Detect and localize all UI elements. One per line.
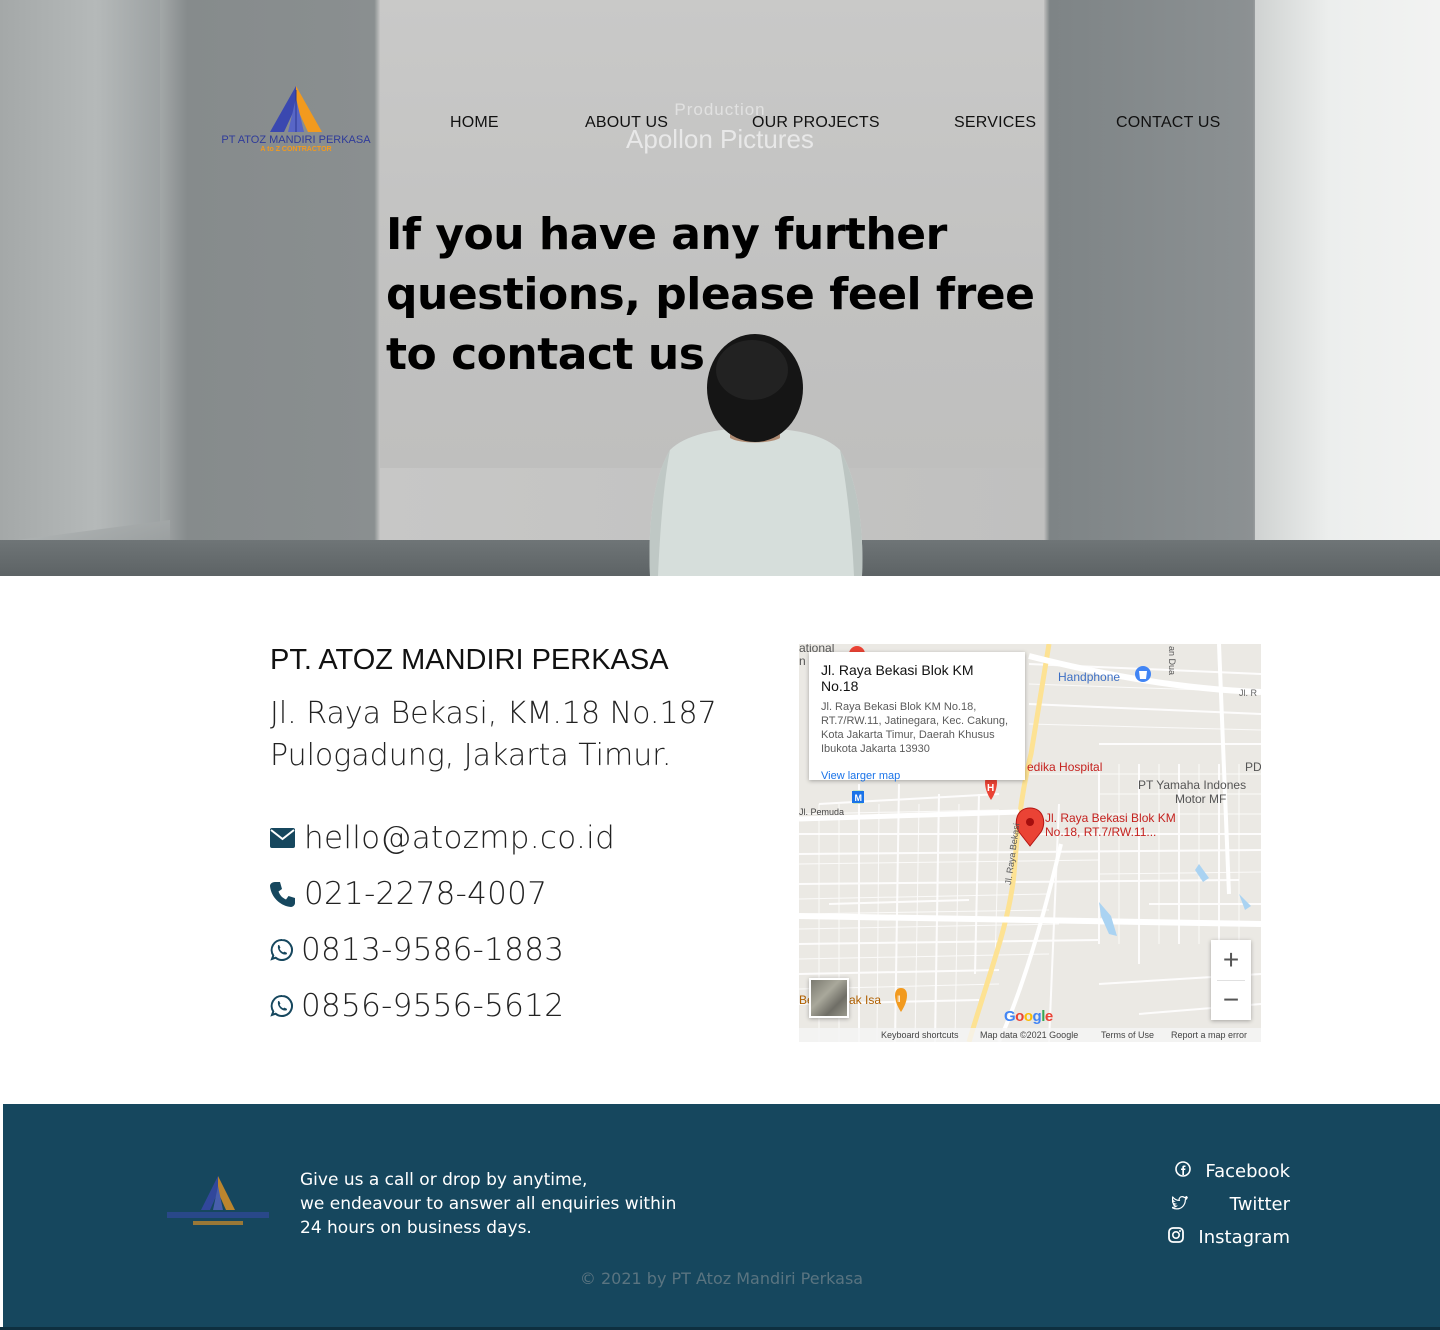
nav-contact-us[interactable]: CONTACT US xyxy=(1116,114,1221,132)
hero-background-wall-right xyxy=(1255,0,1440,576)
terms-of-use-link[interactable]: Terms of Use xyxy=(1101,1030,1154,1040)
report-map-error-link[interactable]: Report a map error xyxy=(1171,1030,1247,1040)
keyboard-shortcuts-link[interactable]: Keyboard shortcuts xyxy=(881,1030,959,1040)
map-card-title: Jl. Raya Bekasi Blok KM No.18 xyxy=(821,662,974,694)
hero-title: If you have any further questions, pleas… xyxy=(386,209,1035,380)
address-line-2: Pulogadung, Jakarta Timur. xyxy=(270,738,672,773)
nav-about-us[interactable]: ABOUT US xyxy=(585,114,668,132)
facebook-icon xyxy=(1175,1160,1192,1182)
whatsapp-number-2[interactable]: 0856-9556-5612 xyxy=(301,988,564,1024)
map-label-isa: ak Isa xyxy=(849,993,882,1007)
view-larger-map-link[interactable]: View larger map xyxy=(821,770,1013,782)
phone-icon xyxy=(270,879,304,909)
map-attribution-bar: Keyboard shortcuts Map data ©2021 Google… xyxy=(799,1028,1261,1042)
map-pin-label-2: No.18, RT.7/RW.11... xyxy=(1045,825,1157,839)
svg-text:‖: ‖ xyxy=(897,994,901,1004)
whatsapp-icon xyxy=(270,935,301,965)
hero-section: Production Apollon Pictures PT ATOZ MAND… xyxy=(0,0,1440,576)
map-label-yamaha-1: PT Yamaha Indones xyxy=(1138,778,1247,792)
facebook-label: Facebook xyxy=(1205,1160,1290,1182)
map-pin-label-1: Jl. Raya Bekasi Blok KM xyxy=(1045,811,1176,825)
envelope-icon xyxy=(270,823,304,853)
nav-home[interactable]: HOME xyxy=(450,114,499,132)
instagram-link[interactable]: Instagram xyxy=(1168,1225,1290,1249)
footer-message: Give us a call or drop by anytime, we en… xyxy=(300,1168,676,1240)
company-address: Jl. Raya Bekasi, KM.18 No.187 Pulogadung… xyxy=(270,693,717,777)
twitter-link[interactable]: Twitter xyxy=(1169,1192,1290,1216)
email-link[interactable]: hello@atozmp.co.id xyxy=(304,820,615,856)
instagram-label: Instagram xyxy=(1198,1226,1290,1248)
copyright-text: © 2021 by PT Atoz Mandiri Perkasa xyxy=(579,1269,864,1288)
svg-text:M: M xyxy=(855,793,863,803)
map-label-jl-r: Jl. R xyxy=(1239,688,1257,698)
map-card-address: Jl. Raya Bekasi Blok KM No.18, RT.7/RW.1… xyxy=(821,701,1009,755)
twitter-label: Twitter xyxy=(1229,1193,1290,1215)
map-info-card: Jl. Raya Bekasi Blok KM No.18 Jl. Raya B… xyxy=(809,652,1025,782)
map-label-pemuda: Jl. Pemuda xyxy=(799,807,845,817)
map-label-dua: an Dua xyxy=(1167,646,1177,676)
whatsapp-icon xyxy=(270,991,301,1021)
zoom-divider xyxy=(1217,980,1245,981)
nav-our-projects[interactable]: OUR PROJECTS xyxy=(752,114,880,132)
main-nav: HOME ABOUT US OUR PROJECTS SERVICES CONT… xyxy=(0,114,1440,136)
instagram-icon xyxy=(1168,1226,1185,1248)
whatsapp-number-1[interactable]: 0813-9586-1883 xyxy=(301,932,564,968)
footer-message-line-3: 24 hours on business days. xyxy=(300,1218,532,1238)
twitter-icon xyxy=(1169,1194,1189,1215)
phone-row[interactable]: 021-2278-4007 xyxy=(270,874,547,914)
footer-message-line-2: we endeavour to answer all enquiries wit… xyxy=(300,1194,677,1214)
whatsapp-row-1[interactable]: 0813-9586-1883 xyxy=(270,930,564,970)
map-label-yamaha-2: Motor MF xyxy=(1175,792,1227,806)
whatsapp-row-2[interactable]: 0856-9556-5612 xyxy=(270,986,564,1026)
google-map[interactable]: H M ‖ Jl. Raya Bekasi Blok KM No.18 Jl. … xyxy=(799,644,1261,1042)
map-label-pd: PD xyxy=(1245,760,1261,774)
zoom-in-button[interactable]: + xyxy=(1211,940,1251,980)
google-logo: Google xyxy=(1004,1008,1053,1025)
company-name: PT. ATOZ MANDIRI PERKASA xyxy=(270,644,669,676)
map-label-handphone: Handphone xyxy=(1058,670,1121,684)
address-line-1: Jl. Raya Bekasi, KM.18 No.187 xyxy=(270,696,717,731)
zoom-out-button[interactable]: − xyxy=(1211,980,1251,1020)
email-row[interactable]: hello@atozmp.co.id xyxy=(270,818,615,858)
map-label-hospital: edika Hospital xyxy=(1027,760,1103,774)
map-label-national-2: n xyxy=(799,654,806,668)
map-data-credit: Map data ©2021 Google xyxy=(980,1030,1079,1040)
facebook-link[interactable]: Facebook xyxy=(1175,1159,1290,1183)
logo-tagline: A to Z CONTRACTOR xyxy=(260,146,332,153)
svg-text:H: H xyxy=(987,783,994,794)
nav-services[interactable]: SERVICES xyxy=(954,114,1036,132)
phone-number[interactable]: 021-2278-4007 xyxy=(304,876,547,912)
footer: Give us a call or drop by anytime, we en… xyxy=(3,1104,1440,1330)
footer-message-line-1: Give us a call or drop by anytime, xyxy=(300,1170,588,1190)
hero-projection-text: Production Apollon Pictures xyxy=(560,100,880,180)
footer-logo[interactable] xyxy=(163,1174,273,1234)
satellite-view-toggle[interactable] xyxy=(809,978,849,1018)
map-zoom-control: + − xyxy=(1211,940,1251,1020)
hero-background-wall xyxy=(0,0,160,576)
